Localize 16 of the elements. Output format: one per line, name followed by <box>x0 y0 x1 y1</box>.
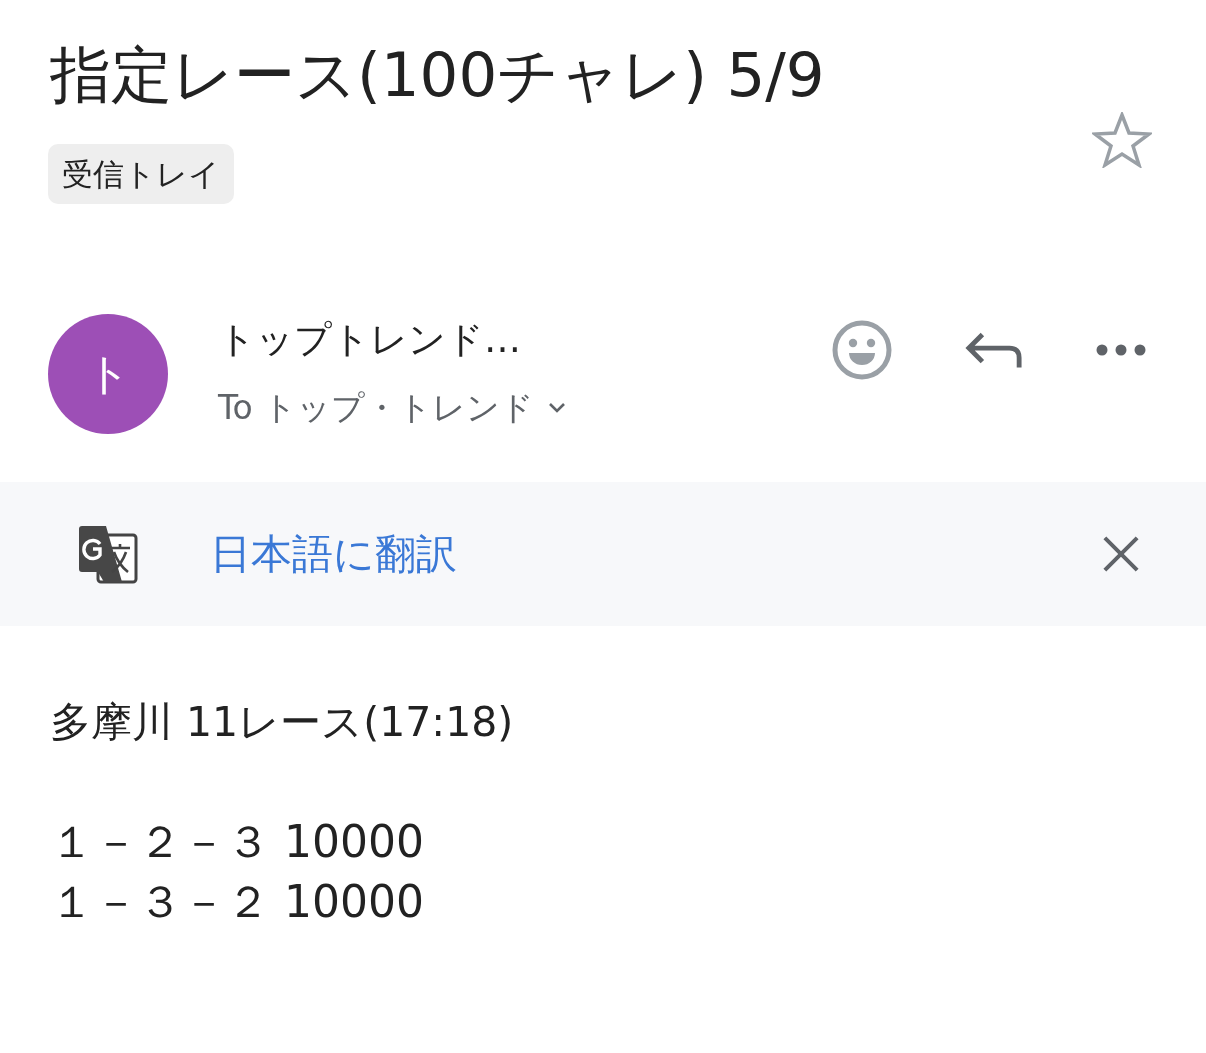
close-icon[interactable] <box>1102 535 1140 573</box>
body-text-line: 多摩川 11レース(17:18) <box>50 697 514 748</box>
body-text-line: １－２－３ 10000 <box>50 815 424 869</box>
recipient-details-button[interactable]: To トップ・トレンド <box>218 384 567 432</box>
reply-icon[interactable] <box>965 330 1023 370</box>
translate-icon <box>78 524 138 584</box>
inbox-label[interactable]: 受信トレイ <box>48 144 234 204</box>
sender-avatar: ト <box>48 314 168 434</box>
chevron-down-icon <box>548 402 567 414</box>
smiley-icon[interactable] <box>832 320 892 380</box>
body-text-line: １－３－２ 10000 <box>50 875 424 929</box>
sender-name: トップトレンド… <box>218 317 521 363</box>
email-subject: 指定レース(100チャレ) 5/9 <box>50 38 825 112</box>
more-icon[interactable] <box>1096 344 1146 356</box>
star-icon[interactable] <box>1092 112 1152 168</box>
translate-link[interactable]: 日本語に翻訳 <box>210 526 457 582</box>
